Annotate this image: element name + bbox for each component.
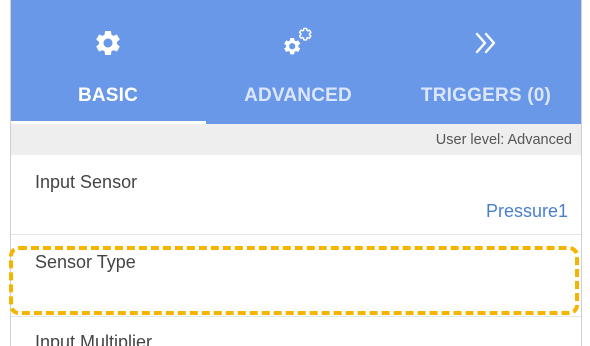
screen-left-edge xyxy=(0,0,11,346)
tab-basic[interactable]: BASIC xyxy=(10,0,206,124)
gear-icon xyxy=(10,28,206,58)
tab-triggers[interactable]: TRIGGERS (0) xyxy=(390,0,582,124)
app-screen: BASIC ADVANCED TRIGGERS (0) User level: … xyxy=(0,0,590,346)
user-level-strip: User level: Advanced xyxy=(10,124,582,155)
double-chevron-right-icon xyxy=(390,28,582,58)
input-multiplier-row[interactable]: Input Multiplier xyxy=(10,317,582,346)
screen-right-edge xyxy=(581,0,590,346)
tab-triggers-label: TRIGGERS (0) xyxy=(420,85,552,106)
sensor-type-row[interactable]: Sensor Type xyxy=(10,235,582,317)
tab-basic-label: BASIC xyxy=(77,85,139,106)
tab-advanced[interactable]: ADVANCED xyxy=(206,0,390,124)
input-sensor-row[interactable]: Input Sensor Pressure1 xyxy=(10,155,582,235)
tab-advanced-label: ADVANCED xyxy=(244,85,352,106)
input-multiplier-label: Input Multiplier xyxy=(35,332,153,346)
tab-bar: BASIC ADVANCED TRIGGERS (0) xyxy=(10,0,582,124)
input-sensor-label: Input Sensor xyxy=(35,172,138,192)
sensor-type-label: Sensor Type xyxy=(35,252,136,272)
user-level-text: User level: Advanced xyxy=(435,132,572,148)
gears-icon xyxy=(206,27,390,58)
input-sensor-value: Pressure1 xyxy=(485,201,568,221)
